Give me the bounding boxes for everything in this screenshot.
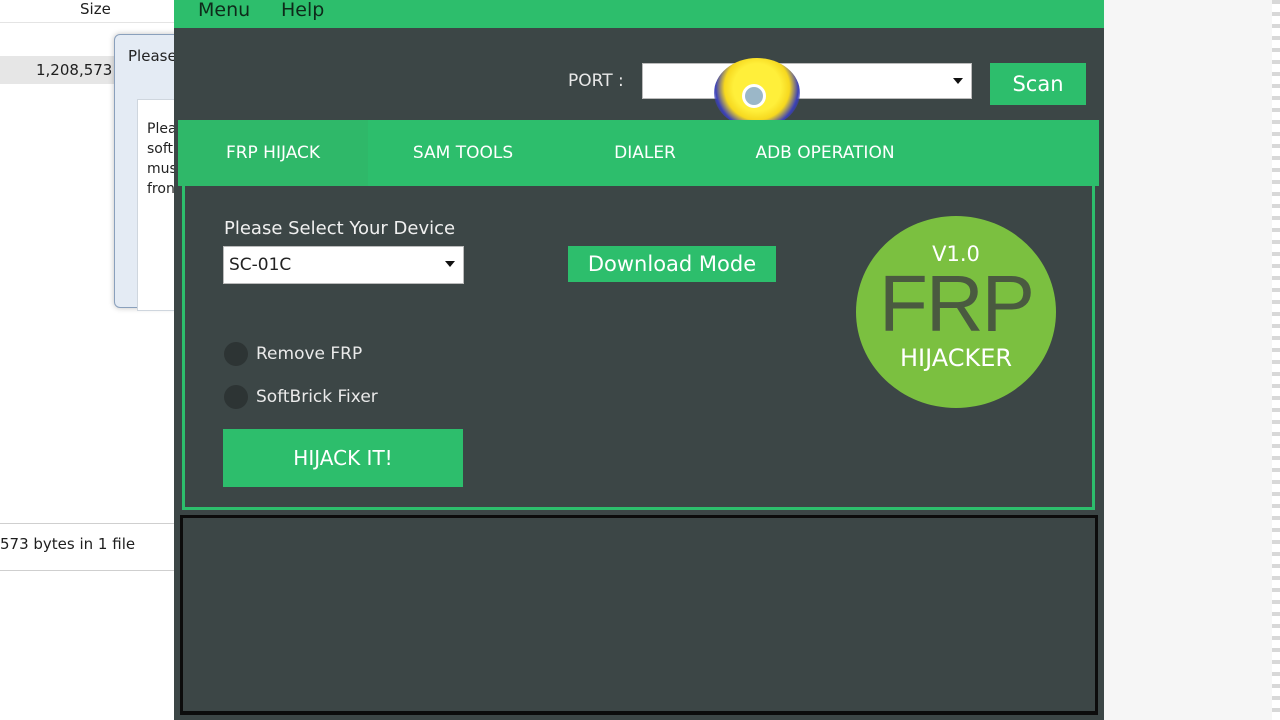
busy-cursor-icon <box>742 84 766 108</box>
log-output-area[interactable] <box>180 515 1098 715</box>
tab-frp-hijack[interactable]: FRP HIJACK <box>178 120 368 186</box>
logo-title: FRP <box>879 259 1035 348</box>
tab-bar: FRP HIJACK SAM TOOLS DIALER ADB OPERATIO… <box>178 120 1099 186</box>
scan-button[interactable]: Scan <box>990 63 1086 105</box>
tab-dialer[interactable]: DIALER <box>560 120 730 186</box>
softbrick-fixer-label: SoftBrick Fixer <box>256 387 378 407</box>
background-window-edge <box>1272 0 1280 720</box>
device-value: SC-01C <box>229 255 292 275</box>
download-mode-button[interactable]: Download Mode <box>568 246 776 282</box>
file-size-value: 1,208,573 <box>36 61 113 79</box>
remove-frp-radio[interactable] <box>224 342 248 366</box>
tab-sam-tools[interactable]: SAM TOOLS <box>378 120 548 186</box>
softbrick-fixer-radio[interactable] <box>224 385 248 409</box>
frp-hijacker-window: Menu Help PORT : Scan FRP HIJACK SAM TOO… <box>174 0 1104 720</box>
device-dropdown[interactable]: SC-01C <box>223 246 464 284</box>
column-divider <box>0 22 176 23</box>
remove-frp-label: Remove FRP <box>256 344 363 364</box>
logo-subtitle: HIJACKER <box>899 344 1013 372</box>
port-label: PORT : <box>568 71 624 91</box>
size-column-header[interactable]: Size <box>80 0 111 18</box>
tab-adb-operation[interactable]: ADB OPERATION <box>730 120 920 186</box>
device-label: Please Select Your Device <box>224 218 456 239</box>
chevron-down-icon <box>953 78 963 84</box>
menu-bar: Menu Help <box>174 0 1104 28</box>
dialog-title: Please <box>128 47 177 65</box>
remove-frp-option[interactable]: Remove FRP <box>224 342 362 366</box>
frp-hijacker-logo: V1.0 FRP HIJACKER <box>856 216 1056 408</box>
hijack-button[interactable]: HIJACK IT! <box>223 429 463 487</box>
status-text: 573 bytes in 1 file <box>0 535 136 553</box>
chevron-down-icon <box>445 261 455 267</box>
softbrick-fixer-option[interactable]: SoftBrick Fixer <box>224 385 378 409</box>
desktop-background <box>1104 0 1280 720</box>
port-dropdown[interactable] <box>642 63 972 99</box>
menu-item-help[interactable]: Help <box>281 0 324 21</box>
menu-item-menu[interactable]: Menu <box>198 0 250 21</box>
